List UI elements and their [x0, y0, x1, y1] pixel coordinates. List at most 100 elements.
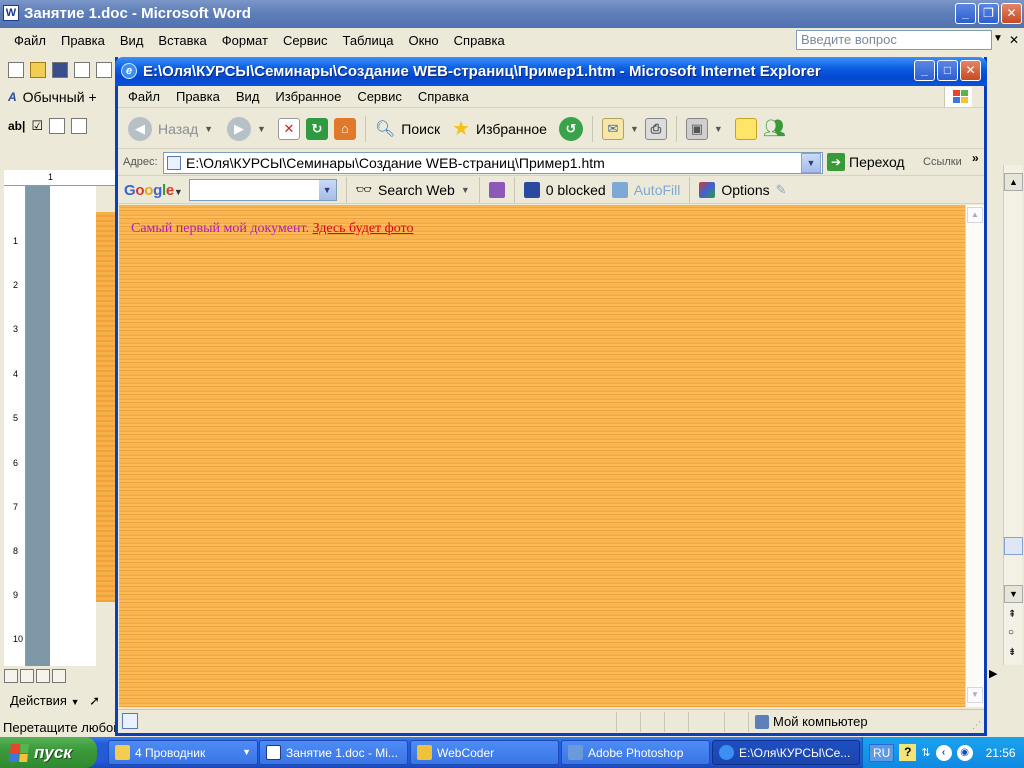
ie-maximize-button[interactable]: □	[937, 60, 958, 81]
search-web-dropdown-icon[interactable]: ▼	[461, 185, 470, 195]
start-button[interactable]: пуск	[0, 737, 97, 768]
word-menu-help[interactable]: Справка	[454, 33, 505, 48]
toolbar-overflow-icon[interactable]: »	[972, 151, 979, 165]
style-selector[interactable]: Обычный +	[23, 89, 97, 105]
ie-menu-edit[interactable]: Правка	[176, 89, 220, 104]
next-page-icon[interactable]: ⇟	[1008, 647, 1016, 658]
links-button[interactable]: Ссылки	[923, 156, 962, 168]
browse-object-icon[interactable]: ○	[1008, 627, 1014, 638]
word-menu-table[interactable]: Таблица	[342, 33, 393, 48]
ie-menu-file[interactable]: Файл	[128, 89, 160, 104]
back-arrow-icon[interactable]: ◀	[128, 116, 152, 141]
word-page[interactable]	[50, 186, 96, 666]
search-web-button[interactable]: Search Web	[378, 182, 455, 198]
scroll-up-icon[interactable]: ▲	[967, 207, 983, 223]
ie-minimize-button[interactable]: _	[914, 60, 935, 81]
word-menu-tools[interactable]: Сервис	[283, 33, 328, 48]
ie-menu-favorites[interactable]: Избранное	[275, 89, 341, 104]
help-tray-icon[interactable]: ?	[899, 744, 917, 761]
outline-view-icon[interactable]	[52, 669, 66, 683]
word-menu-file[interactable]: Файл	[14, 33, 46, 48]
field-options-icon[interactable]	[71, 118, 88, 134]
word-menu-insert[interactable]: Вставка	[158, 33, 206, 48]
ie-menu-view[interactable]: Вид	[236, 89, 260, 104]
popup-blocked-count[interactable]: 0 blocked	[546, 182, 606, 198]
draw-actions-menu[interactable]: Действия	[10, 693, 67, 708]
print-icon[interactable]	[74, 62, 90, 78]
word-vertical-scrollbar[interactable]: ▲ ▼ ⇞ ○ ⇟	[1003, 165, 1023, 665]
ie-close-button[interactable]: ✕	[960, 60, 981, 81]
word-menu-format[interactable]: Формат	[222, 33, 268, 48]
word-doc-close-icon[interactable]: ✕	[1009, 33, 1019, 47]
scroll-down-icon[interactable]: ▼	[967, 687, 983, 703]
autofill-button[interactable]: AutoFill	[634, 182, 681, 198]
network-icon[interactable]: ⇅	[921, 746, 930, 759]
ie-titlebar[interactable]: e E:\Оля\КУРСЫ\Семинары\Создание WEB-стр…	[115, 57, 987, 86]
ie-page-content[interactable]: Самый первый мой документ. Здесь будет ф…	[119, 205, 965, 707]
taskbar-item-explorer[interactable]: 4 Проводник ▼	[108, 740, 258, 765]
back-button[interactable]: Назад	[158, 121, 198, 137]
google-logo[interactable]: Google▼	[124, 182, 183, 199]
search-button[interactable]: Поиск	[401, 121, 440, 137]
resize-grip-icon[interactable]: ⋰	[972, 720, 981, 731]
ie-menu-help[interactable]: Справка	[418, 89, 469, 104]
checkbox-field-icon[interactable]: ☑	[31, 118, 43, 134]
ie-menu-tools[interactable]: Сервис	[357, 89, 402, 104]
open-folder-icon[interactable]	[30, 62, 46, 78]
normal-view-icon[interactable]	[4, 669, 18, 683]
preview-icon[interactable]	[96, 62, 112, 78]
taskbar-item-photoshop[interactable]: Adobe Photoshop	[561, 740, 710, 765]
go-button[interactable]: ➔ Переход	[827, 153, 905, 171]
back-dropdown-icon[interactable]: ▼	[204, 124, 213, 134]
history-icon[interactable]: ↺	[558, 116, 583, 141]
search-icon[interactable]: 🔍︎	[375, 119, 395, 139]
help-dropdown-icon[interactable]: ▼	[993, 33, 1003, 44]
new-document-icon[interactable]	[8, 62, 24, 78]
text-field-icon[interactable]: ab|	[8, 119, 25, 133]
tray-app-icon[interactable]: ◉	[956, 744, 973, 761]
word-menu-edit[interactable]: Правка	[61, 33, 105, 48]
taskbar-item-ie[interactable]: E:\Оля\КУРСЫ\Се...	[712, 740, 860, 765]
ie-vertical-scrollbar[interactable]: ▲ ▼	[965, 205, 984, 707]
styles-pane-icon[interactable]: A	[8, 90, 17, 104]
print-layout-icon[interactable]	[36, 669, 50, 683]
dropdown-field-icon[interactable]	[49, 118, 66, 134]
select-pointer-icon[interactable]: ➚	[89, 693, 100, 708]
word-menu-view[interactable]: Вид	[120, 33, 144, 48]
prev-page-icon[interactable]: ⇞	[1008, 609, 1016, 620]
address-input[interactable]: E:\Оля\КУРСЫ\Семинары\Создание WEB-стран…	[163, 152, 823, 174]
home-icon[interactable]: ⌂	[333, 117, 356, 140]
favorites-star-icon[interactable]: ★	[452, 116, 470, 141]
stop-icon[interactable]: ✕	[277, 117, 300, 140]
mail-dropdown-icon[interactable]: ▼	[630, 124, 639, 134]
forward-dropdown-icon[interactable]: ▼	[257, 124, 266, 134]
scroll-up-icon[interactable]: ▲	[1004, 173, 1023, 191]
pencil-icon[interactable]: ✎	[776, 182, 787, 198]
word-restore-button[interactable]: ❐	[978, 3, 999, 24]
print-icon[interactable]: ⎙	[644, 117, 667, 140]
scroll-thumb[interactable]	[1004, 537, 1023, 555]
taskbar-item-word[interactable]: Занятие 1.doc - Mi...	[259, 740, 408, 765]
hscroll-right-icon[interactable]: ▶	[989, 667, 997, 680]
show-hidden-icons-icon[interactable]: ‹	[935, 744, 952, 761]
discuss-note-icon[interactable]	[734, 117, 757, 140]
messenger-icon[interactable]: 👥︎	[763, 118, 786, 139]
photo-link[interactable]: Здесь будет фото	[313, 221, 414, 236]
mail-icon[interactable]: ✉	[601, 117, 624, 140]
google-search-dropdown-icon[interactable]: ▼	[318, 180, 336, 200]
word-titlebar[interactable]: W Занятие 1.doc - Microsoft Word _ ❐ ✕	[0, 0, 1024, 28]
news-icon[interactable]	[488, 182, 505, 198]
scroll-down-icon[interactable]: ▼	[1004, 585, 1023, 603]
forward-arrow-icon[interactable]: ▶	[227, 116, 252, 141]
web-view-icon[interactable]	[20, 669, 34, 683]
google-search-input[interactable]: ▼	[188, 179, 337, 201]
options-button[interactable]: Options	[721, 182, 769, 198]
edit-dropdown-icon[interactable]: ▼	[714, 124, 723, 134]
edit-icon[interactable]: ▣	[685, 117, 708, 140]
favorites-button[interactable]: Избранное	[476, 121, 547, 137]
word-close-button[interactable]: ✕	[1001, 3, 1022, 24]
taskbar-item-webcoder[interactable]: WebCoder	[410, 740, 559, 765]
address-dropdown-icon[interactable]: ▼	[801, 153, 821, 173]
word-minimize-button[interactable]: _	[955, 3, 976, 24]
save-disk-icon[interactable]	[52, 62, 68, 78]
